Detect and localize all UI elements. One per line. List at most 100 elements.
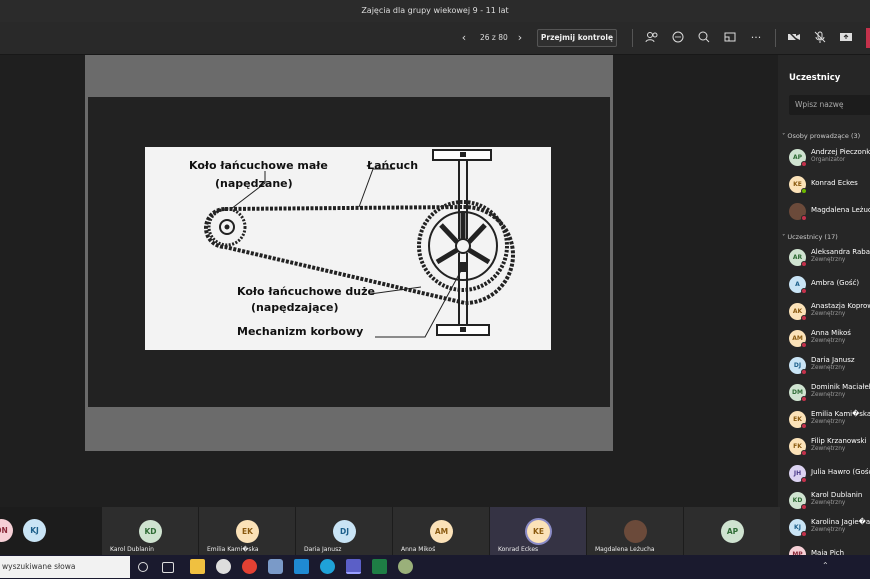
participant-filip-krzanowski[interactable]: FK Filip Krzanowski Zewnętrzny bbox=[789, 435, 870, 461]
strip-avatar[interactable]: KJ bbox=[23, 519, 46, 542]
take-control-button[interactable]: Przejmij kontrolę bbox=[537, 29, 617, 47]
participant-role: Zewnętrzny bbox=[811, 311, 846, 317]
tile-name: Konrad Eckes bbox=[498, 546, 539, 553]
participant-ambra-gos-c[interactable]: A Ambra (Gość) bbox=[789, 273, 870, 299]
taskbar-search-input[interactable]: wyszukiwane słowa bbox=[0, 556, 130, 578]
status-indicator bbox=[801, 504, 807, 510]
participant-role: Zewnętrzny bbox=[811, 392, 846, 398]
window-title: Zajęcia dla grupy wiekowej 9 - 11 lat bbox=[0, 0, 870, 22]
video-tile[interactable]: DJ Daria Janusz bbox=[296, 507, 392, 555]
status-indicator bbox=[801, 315, 807, 321]
app-icon[interactable] bbox=[268, 559, 283, 574]
status-indicator bbox=[801, 288, 807, 294]
tile-name: Daria Janusz bbox=[304, 546, 342, 553]
tray-chevron-icon[interactable]: ⌃ bbox=[822, 561, 829, 570]
big-sprocket-label: Koło łańcuchowe duże bbox=[237, 285, 375, 298]
prev-slide-button[interactable]: ‹ bbox=[456, 30, 472, 46]
avatar: EK bbox=[236, 520, 259, 543]
participant-konrad-eckes[interactable]: KE Konrad Eckes bbox=[789, 173, 870, 199]
chat-icon[interactable] bbox=[670, 30, 686, 46]
strip-avatar[interactable]: ON bbox=[0, 519, 13, 542]
avatar: DJ bbox=[333, 520, 356, 543]
tile-name: Magdalena Leżucha bbox=[595, 546, 655, 553]
avatar: AP bbox=[721, 520, 744, 543]
participant-daria-janusz[interactable]: DJ Daria Janusz Zewnętrzny bbox=[789, 354, 870, 380]
presenters-section-header[interactable]: ˅ Osoby prowadzące (3) bbox=[782, 132, 860, 140]
chrome-icon[interactable] bbox=[242, 559, 257, 574]
slide-content: Koło łańcuchowe małe (napędzane) Łańcuch… bbox=[88, 97, 610, 407]
status-indicator bbox=[801, 188, 807, 194]
share-icon[interactable] bbox=[838, 30, 854, 46]
os-taskbar: wyszukiwane słowa ⌃ bbox=[0, 555, 870, 579]
status-indicator bbox=[801, 342, 807, 348]
participant-name: Anastazja Koprow bbox=[811, 302, 870, 310]
video-strip: ON KJ KD Karol Dublanin EK Emilia Kami�ska DJ… bbox=[0, 507, 780, 555]
participant-anna-mikos[interactable]: AM Anna Mikoś Zewnętrzny bbox=[789, 327, 870, 353]
participant-dominik-macia-ek[interactable]: DM Dominik Maciałek Zewnętrzny bbox=[789, 381, 870, 407]
excel-icon[interactable] bbox=[372, 559, 387, 574]
participant-name: Filip Krzanowski bbox=[811, 437, 867, 445]
vscode-icon[interactable] bbox=[294, 559, 309, 574]
small-sprocket-label: Koło łańcuchowe małe bbox=[189, 159, 328, 172]
panel-title: Uczestnicy bbox=[789, 73, 841, 83]
file-explorer-icon[interactable] bbox=[190, 559, 205, 574]
tile-name: Emilia Kami�ska bbox=[207, 546, 259, 553]
status-indicator bbox=[801, 261, 807, 267]
toolbar-divider bbox=[632, 29, 633, 47]
video-tile[interactable]: KE Konrad Eckes bbox=[490, 507, 586, 555]
leave-button[interactable] bbox=[866, 28, 870, 48]
status-indicator bbox=[801, 396, 807, 402]
edge-icon[interactable] bbox=[320, 559, 335, 574]
participant-name: Konrad Eckes bbox=[811, 179, 858, 187]
attendees-section-header[interactable]: ˅ Uczestnicy (17) bbox=[782, 233, 838, 241]
rooms-icon[interactable] bbox=[722, 30, 738, 46]
teams-icon[interactable] bbox=[346, 559, 361, 574]
participants-icon[interactable] bbox=[644, 30, 660, 46]
shared-content-stage: Koło łańcuchowe małe (napędzane) Łańcuch… bbox=[0, 55, 778, 507]
participant-anastazja-koprow[interactable]: AK Anastazja Koprow Zewnętrzny bbox=[789, 300, 870, 326]
status-indicator bbox=[801, 215, 807, 221]
avatar bbox=[624, 520, 647, 543]
app-icon[interactable] bbox=[398, 559, 413, 574]
participant-role: Zewnętrzny bbox=[811, 257, 846, 263]
bicycle-chain-diagram: Koło łańcuchowe małe (napędzane) Łańcuch… bbox=[145, 147, 551, 350]
status-indicator bbox=[801, 369, 807, 375]
tile-name: Karol Dublanin bbox=[110, 546, 154, 553]
participant-name: Karolina Jagie�a bbox=[811, 518, 870, 526]
toolbar-divider bbox=[775, 29, 776, 47]
participant-emilia-kami-ska[interactable]: EK Emilia Kami�ska Zewnętrzny bbox=[789, 408, 870, 434]
participant-aleksandra-raba[interactable]: AR Aleksandra Raba Zewnętrzny bbox=[789, 246, 870, 272]
mic-off-icon[interactable] bbox=[812, 30, 828, 46]
avatar: AM bbox=[430, 520, 453, 543]
video-tile[interactable]: EK Emilia Kami�ska bbox=[199, 507, 295, 555]
paint-icon[interactable] bbox=[216, 559, 231, 574]
cortana-icon[interactable] bbox=[138, 562, 148, 572]
participants-panel: Uczestnicy Wpisz nazwę ˅ Osoby prowadząc… bbox=[778, 55, 870, 564]
video-tile[interactable]: AM Anna Mikoś bbox=[393, 507, 489, 555]
participant-julia-hawro-gos-c[interactable]: JH Julia Hawro (Gość) bbox=[789, 462, 870, 488]
reactions-icon[interactable] bbox=[696, 30, 712, 46]
task-view-icon[interactable] bbox=[162, 562, 174, 573]
video-tile[interactable]: AP bbox=[684, 507, 780, 555]
next-slide-button[interactable]: › bbox=[512, 30, 528, 46]
more-options-icon[interactable]: ··· bbox=[748, 30, 764, 46]
big-sprocket-sublabel: (napędzające) bbox=[251, 301, 339, 314]
participant-role: Zewnętrzny bbox=[811, 365, 846, 371]
participant-search-input[interactable]: Wpisz nazwę bbox=[789, 95, 870, 115]
participant-karolina-jagie-a[interactable]: KJ Karolina Jagie�a Zewnętrzny bbox=[789, 516, 870, 542]
participant-magdalena-lez-uch[interactable]: Magdalena Leżuch bbox=[789, 200, 870, 226]
participant-name: Ambra (Gość) bbox=[811, 279, 860, 287]
participant-name: Anna Mikoś bbox=[811, 329, 851, 337]
small-sprocket-sublabel: (napędzane) bbox=[215, 177, 293, 190]
participant-karol-dublanin[interactable]: KD Karol Dublanin Zewnętrzny bbox=[789, 489, 870, 515]
page-counter: 26 z 80 bbox=[480, 33, 508, 42]
video-tile[interactable]: Magdalena Leżucha bbox=[587, 507, 683, 555]
participant-name: Karol Dublanin bbox=[811, 491, 863, 499]
participant-role: Zewnętrzny bbox=[811, 419, 846, 425]
participant-name: Dominik Maciałek bbox=[811, 383, 870, 391]
camera-off-icon[interactable] bbox=[786, 30, 802, 46]
participant-role: Zewnętrzny bbox=[811, 446, 846, 452]
video-tile[interactable]: KD Karol Dublanin bbox=[102, 507, 198, 555]
presenters-header-label: Osoby prowadzące (3) bbox=[787, 132, 861, 140]
participant-andrzej-pieczonka[interactable]: AP Andrzej Pieczonka Organizator bbox=[789, 146, 870, 172]
